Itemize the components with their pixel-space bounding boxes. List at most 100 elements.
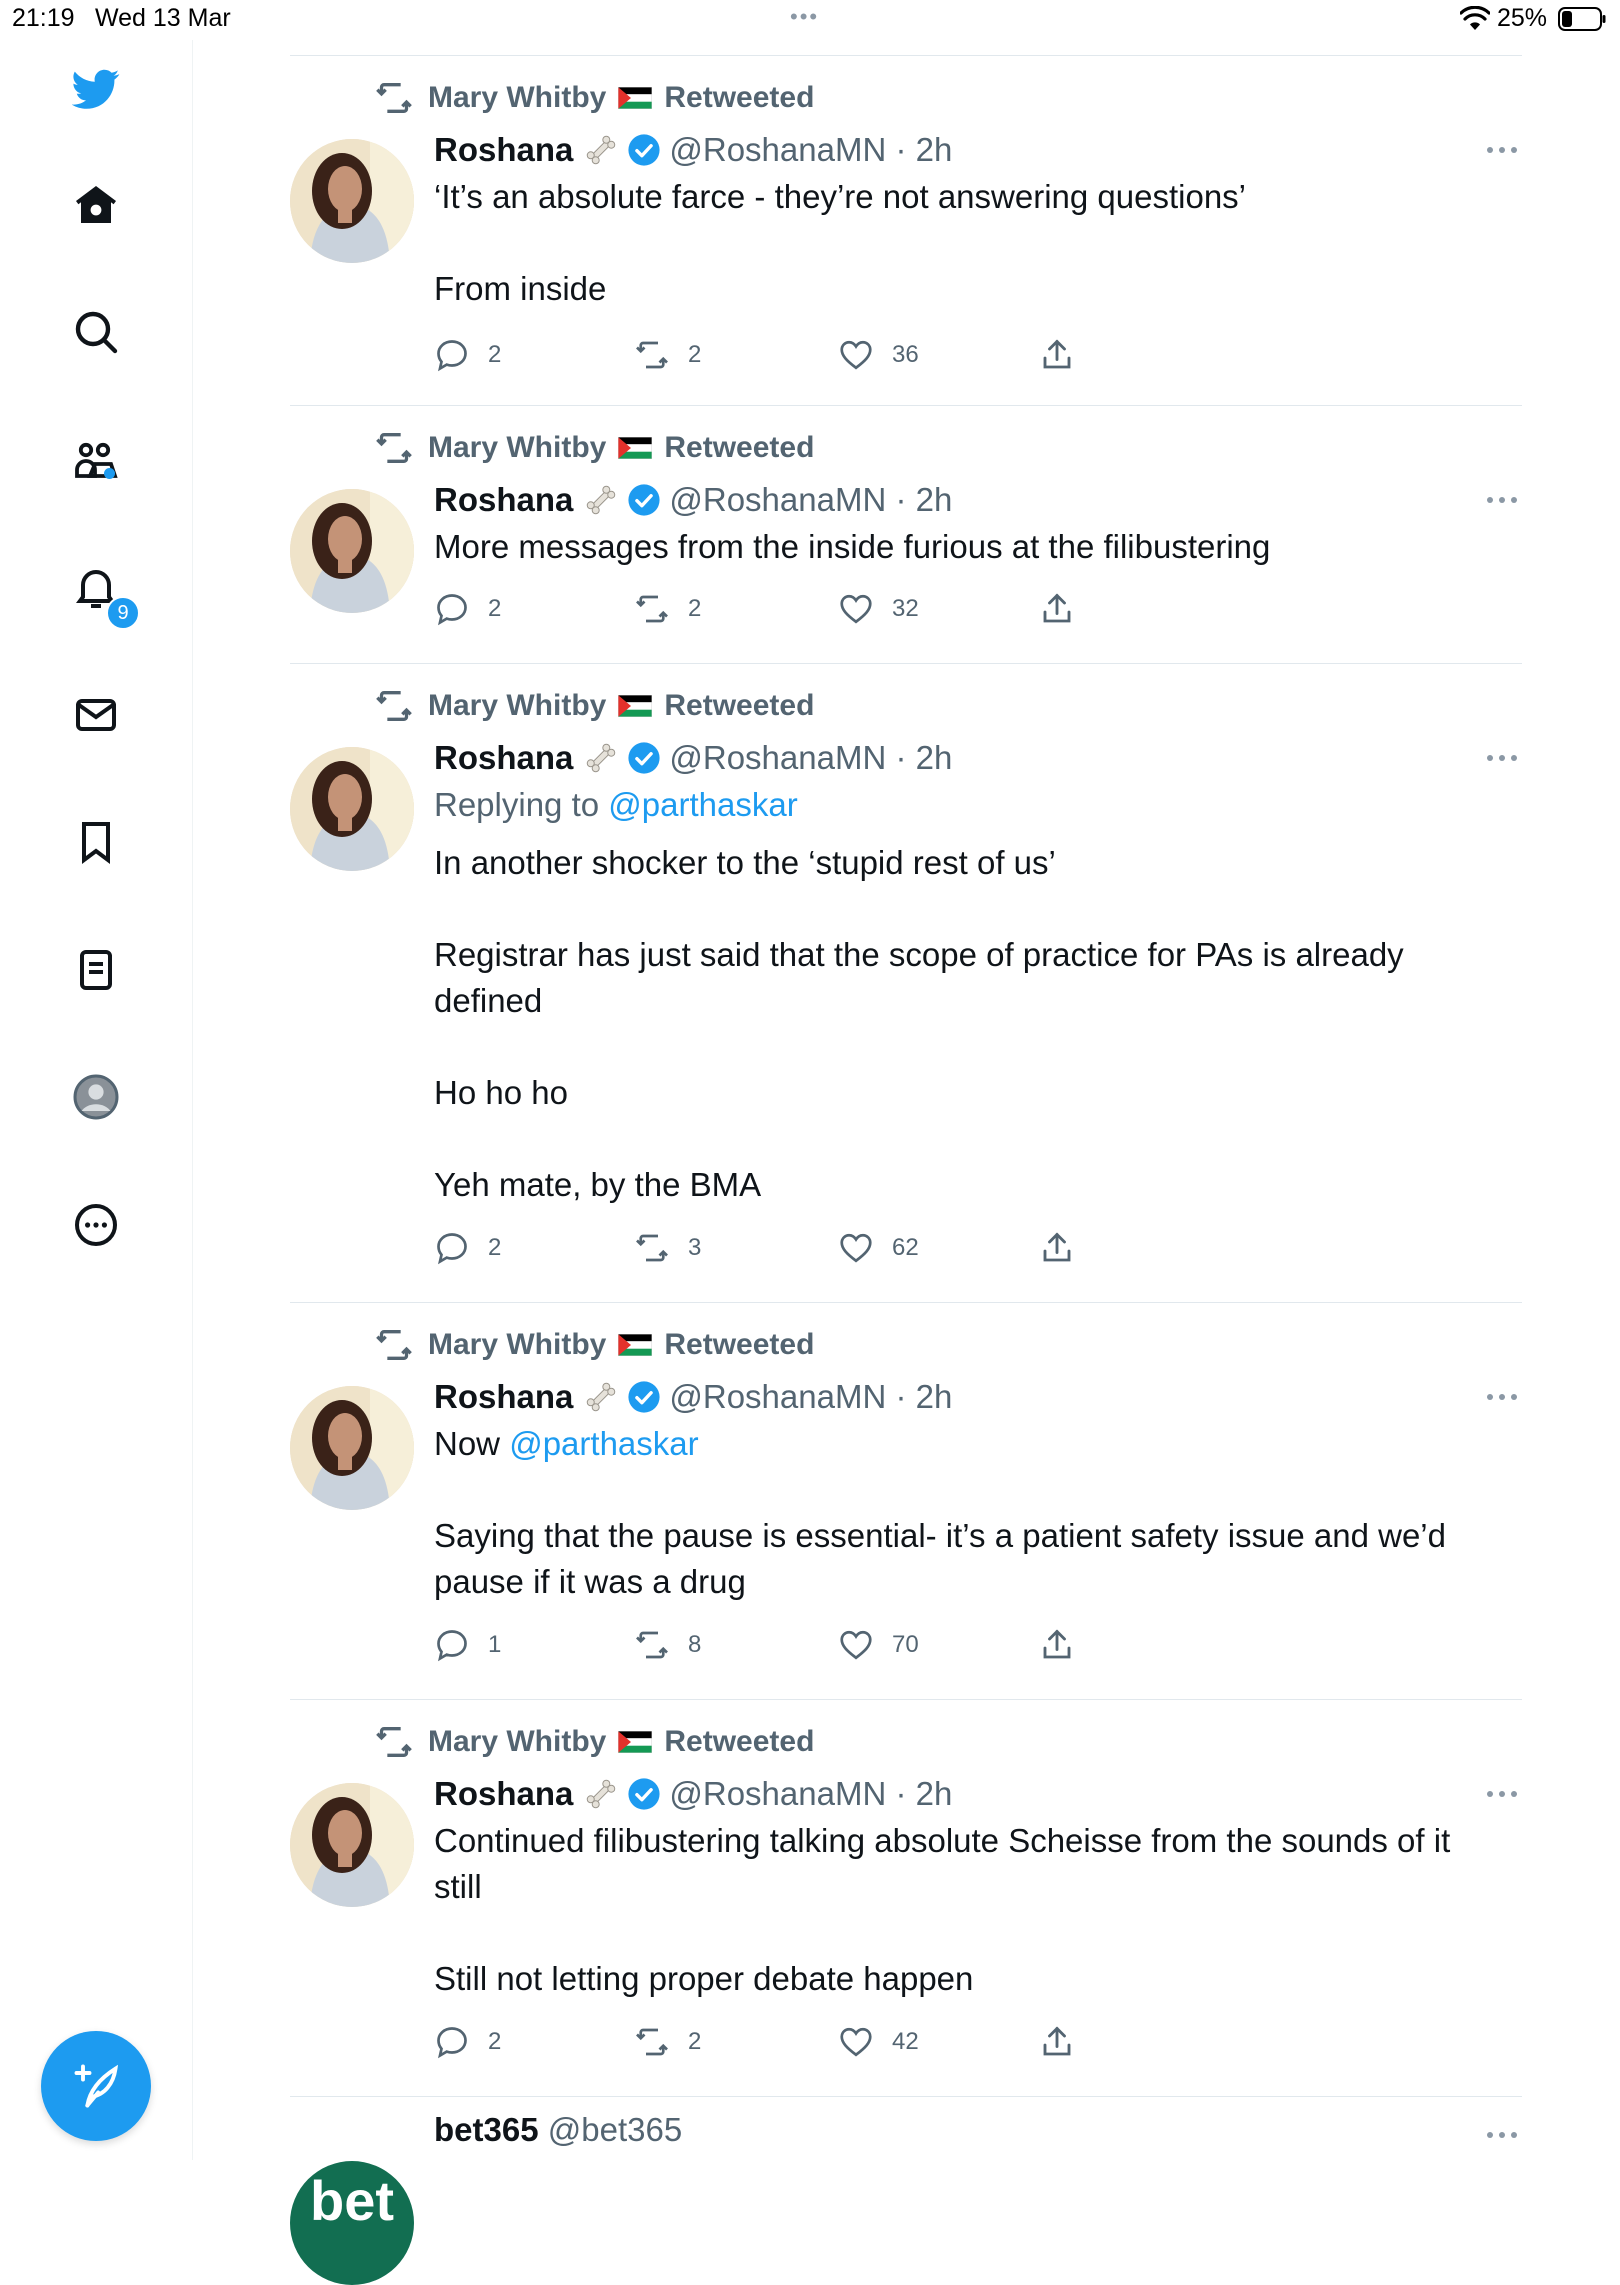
avatar[interactable] [290,747,414,871]
like-button[interactable]: 32 [838,589,919,629]
retweet-icon [376,691,412,721]
tweet-text: Continued filibustering talking absolute… [434,1818,1504,2002]
tweet[interactable]: Mary Whitby Retweeted Roshana @RoshanaMN… [290,406,1522,664]
author-handle-time[interactable]: @RoshanaMN · 2h [669,1775,952,1813]
status-bar: 21:19 Wed 13 Mar ••• 25% [0,0,1620,40]
advertiser-avatar[interactable]: bet [290,2161,414,2285]
like-count: 70 [892,1631,919,1658]
tweet-line: Still not letting proper debate happen [434,1960,974,1997]
share-button[interactable] [1039,589,1093,629]
verified-badge-icon [628,134,660,166]
bookmarks-icon[interactable] [60,806,132,878]
like-button[interactable]: 42 [838,2022,919,2062]
more-dots-icon[interactable] [1482,1782,1522,1806]
retweeter-name[interactable]: Mary Whitby [428,689,606,723]
retweet-button[interactable]: 2 [634,2022,701,2062]
tweet-text: More messages from the inside furious at… [434,524,1504,570]
author-name[interactable]: Roshana [434,739,573,777]
avatar[interactable] [290,1386,414,1510]
communities-icon[interactable] [60,424,132,496]
reply-button[interactable]: 2 [434,1228,501,1268]
retweet-count: 2 [688,595,702,622]
like-button[interactable]: 70 [838,1625,919,1665]
promoted-tweet[interactable]: bet bet365 @bet365 [290,2097,1522,2285]
more-dots-icon[interactable] [1482,138,1522,162]
more-dots-icon[interactable] [1482,746,1522,770]
tweet[interactable]: Mary Whitby Retweeted Roshana @RoshanaMN… [290,1303,1522,1700]
profile-avatar-icon[interactable] [60,1061,132,1133]
author-handle-time[interactable]: @RoshanaMN · 2h [669,1378,952,1416]
retweeted-label: Retweeted [664,1328,815,1361]
retweeter-name[interactable]: Mary Whitby [428,1328,606,1362]
multitasking-dots[interactable]: ••• [790,4,819,30]
retweet-icon [636,1631,668,1659]
tweet-header: Roshana @RoshanaMN · 2h [434,126,952,174]
verified-badge-icon [628,1381,660,1413]
share-button[interactable] [1039,2022,1093,2062]
author-name[interactable]: Roshana [434,131,573,169]
tweet-header: Roshana @RoshanaMN · 2h [434,476,952,524]
search-icon[interactable] [60,296,132,368]
author-name[interactable]: Roshana [434,1378,573,1416]
retweet-icon [376,1330,412,1360]
tweet-line: Registrar has just said that the scope o… [434,936,1404,1019]
reply-button[interactable]: 2 [434,589,501,629]
more-dots-icon[interactable] [1482,1385,1522,1409]
compose-tweet-button[interactable] [41,2031,151,2141]
author-name[interactable]: Roshana [434,1775,573,1813]
more-dots-icon[interactable] [1482,488,1522,512]
avatar[interactable] [290,489,414,613]
bone-emoji-icon [587,485,616,515]
retweet-icon [636,1234,668,1262]
retweet-button[interactable]: 2 [634,589,701,629]
tweet[interactable]: Mary Whitby Retweeted Roshana @RoshanaMN… [290,56,1522,406]
lists-icon[interactable] [60,934,132,1006]
retweet-button[interactable]: 8 [634,1625,701,1665]
author-name[interactable]: bet365 [434,2111,539,2148]
author-handle-time[interactable]: @RoshanaMN · 2h [669,481,952,519]
mention-link[interactable]: @parthaskar [509,1425,698,1462]
tweet-actions: 2 2 36 [434,335,1434,375]
reply-count: 1 [488,1631,502,1658]
battery-percent: 25% [1497,4,1548,32]
retweet-icon [636,595,668,623]
tweet[interactable]: Mary Whitby Retweeted Roshana @RoshanaMN… [290,664,1522,1303]
avatar[interactable] [290,1783,414,1907]
tweet-text: Now @parthaskar Saying that the pause is… [434,1421,1504,1605]
avatar[interactable] [290,139,414,263]
communities-badge-dot [104,468,115,479]
mention-link[interactable]: @parthaskar [608,786,797,823]
like-button[interactable]: 36 [838,335,919,375]
reply-count: 2 [488,1234,502,1261]
author-handle-time[interactable]: @RoshanaMN · 2h [669,131,952,169]
home-icon[interactable] [60,169,132,241]
tweet-header: Roshana @RoshanaMN · 2h [434,1770,952,1818]
bone-emoji-icon [587,1382,616,1412]
tweet[interactable]: Mary Whitby Retweeted Roshana @RoshanaMN… [290,1700,1522,2097]
author-handle[interactable]: @bet365 [548,2111,682,2148]
messages-icon[interactable] [60,679,132,751]
author-name[interactable]: Roshana [434,481,573,519]
palestine-flag-icon [618,695,653,717]
author-handle-time[interactable]: @RoshanaMN · 2h [669,739,952,777]
retweeter-name[interactable]: Mary Whitby [428,81,606,115]
twitter-logo-icon[interactable] [60,53,132,125]
reply-button[interactable]: 2 [434,2022,501,2062]
retweet-button[interactable]: 3 [634,1228,701,1268]
retweeter-name[interactable]: Mary Whitby [428,1725,606,1759]
like-count: 42 [892,2028,919,2055]
retweeted-label: Retweeted [664,431,815,464]
like-button[interactable]: 62 [838,1228,919,1268]
retweeter-name[interactable]: Mary Whitby [428,431,606,465]
share-button[interactable] [1039,1228,1093,1268]
reply-button[interactable]: 2 [434,335,501,375]
retweet-count: 8 [688,1631,702,1658]
retweet-icon [636,341,668,369]
more-options-icon[interactable] [60,1189,132,1261]
share-button[interactable] [1039,335,1093,375]
share-button[interactable] [1039,1625,1093,1665]
more-dots-icon[interactable] [1482,2123,1522,2147]
heart-icon [840,594,872,624]
reply-button[interactable]: 1 [434,1625,501,1665]
retweet-button[interactable]: 2 [634,335,701,375]
